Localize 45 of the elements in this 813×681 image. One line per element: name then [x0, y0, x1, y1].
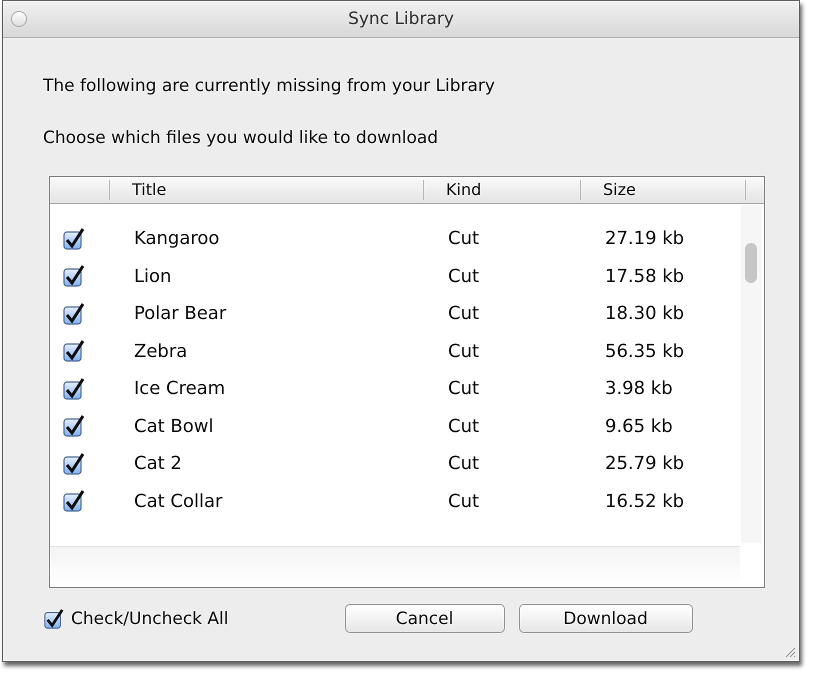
kind-cell-text: Cut — [447, 266, 480, 287]
checkbox[interactable] — [62, 302, 86, 326]
size-cell-text: 25.79 kb — [604, 453, 686, 474]
size-cell-text: 17.58 kb — [604, 266, 686, 287]
column-header[interactable]: Size — [581, 180, 746, 200]
checkbox[interactable] — [43, 608, 65, 630]
resize-grip-icon[interactable] — [784, 646, 796, 658]
title-cell-text: Kangaroo — [133, 228, 220, 250]
kind-cell-text: Cut — [447, 228, 480, 250]
message-text: The following are currently missing from your Library — [43, 76, 496, 96]
checkbox[interactable] — [62, 414, 86, 438]
column-header[interactable]: Kind — [424, 180, 581, 200]
checkbox[interactable] — [62, 226, 86, 251]
kind-cell-text: Cut — [447, 453, 480, 474]
window-title: Sync Library — [348, 9, 454, 29]
size-cell-text: 9.65 kb — [604, 416, 674, 437]
size-cell-text: 3.98 kb — [604, 378, 674, 400]
title-cell-text: Polar Bear — [133, 303, 228, 324]
checkbox[interactable] — [62, 452, 86, 476]
cancel-button[interactable]: Cancel — [344, 604, 504, 633]
title-cell-text: Ice Cream — [133, 378, 226, 400]
message-text: Choose which files you would like to download — [43, 128, 440, 148]
title-cell-text: Zebra — [133, 340, 188, 362]
column-header[interactable]: Title — [110, 180, 424, 200]
checkbox[interactable] — [62, 489, 86, 514]
title-cell-text: Lion — [133, 266, 172, 287]
size-cell-text: 27.19 kb — [604, 228, 686, 250]
size-cell-text: 18.30 kb — [604, 303, 686, 324]
checkbox-label[interactable]: Check/Uncheck All — [71, 608, 228, 628]
kind-cell-text: Cut — [447, 303, 480, 324]
title-cell-text: Cat 2 — [133, 453, 183, 474]
checkbox[interactable] — [62, 339, 86, 364]
download-button[interactable]: Download — [518, 604, 692, 633]
kind-cell-text: Cut — [447, 416, 480, 437]
size-cell-text: 16.52 kb — [604, 490, 686, 512]
kind-cell-text: Cut — [447, 490, 480, 512]
scrollbar[interactable] — [741, 205, 761, 543]
kind-cell-text: Cut — [447, 378, 480, 400]
title-cell-text: Cat Bowl — [133, 416, 214, 437]
checkbox[interactable] — [62, 264, 86, 288]
checkbox[interactable] — [62, 376, 86, 401]
scroll-thumb[interactable] — [745, 243, 757, 283]
kind-cell-text: Cut — [447, 340, 480, 362]
size-cell-text: 56.35 kb — [604, 340, 686, 362]
title-cell-text: Cat Collar — [133, 490, 224, 512]
